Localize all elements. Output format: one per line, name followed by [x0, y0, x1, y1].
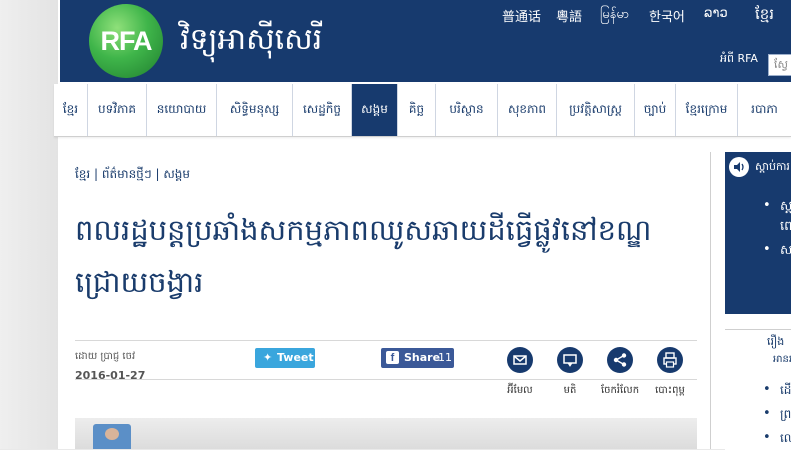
- popular-subtitle: អានរ: [773, 354, 791, 365]
- print-label: បោះពុម្ព: [655, 385, 685, 396]
- listen-item-1[interactable]: ស្ត: [780, 198, 791, 217]
- nav-item-economy[interactable]: សេដ្ឋកិច្ច: [293, 84, 352, 136]
- nav-item-human-rights[interactable]: សិទ្ធិមនុស្ស: [217, 84, 293, 136]
- language-link-mandarin[interactable]: 普通话: [502, 6, 541, 25]
- nav-item-khmer-krom[interactable]: ខ្មែរក្រោម: [676, 84, 738, 136]
- popular-title: រឿង: [767, 335, 785, 348]
- share-icon: [613, 353, 627, 367]
- publish-date: 2016-01-27: [75, 369, 146, 382]
- language-link-korean[interactable]: 한국어: [649, 6, 685, 25]
- twitter-bird-icon: ✦: [263, 351, 273, 364]
- comment-icon: [563, 354, 577, 367]
- list-bullet: •: [763, 382, 771, 397]
- share-count: 11: [438, 351, 452, 364]
- print-button[interactable]: [657, 347, 683, 373]
- share-label: Share: [404, 351, 441, 364]
- nav-item-environment[interactable]: បរិស្ថាន: [436, 84, 498, 136]
- email-icon: [513, 355, 527, 365]
- language-link-lao[interactable]: ລາວ: [704, 6, 728, 21]
- nav-item-khmer[interactable]: ខ្មែរ: [54, 84, 88, 136]
- facebook-share-button[interactable]: f Share 11: [381, 348, 454, 368]
- language-link-khmer[interactable]: ខ្មែរ: [755, 5, 774, 27]
- listen-title[interactable]: ស្ដាប់ការ: [755, 160, 790, 176]
- listen-item-2[interactable]: សា: [780, 242, 791, 261]
- popular-box: រឿង អានរ • ដើមប • ព្រះស • លោក: [725, 329, 791, 450]
- article-headline: ពលរដ្ឋបន្តប្រឆាំងសកម្មភាពឈូសឆាយដីធ្វើផ្ល…: [75, 213, 652, 299]
- nav-item-health[interactable]: សុខភាព: [498, 84, 557, 136]
- photo-face: [105, 428, 119, 440]
- share-tool-label: ចែករំលែក: [600, 385, 640, 396]
- list-bullet: •: [763, 406, 771, 421]
- email-label: អ៊ីមែល: [507, 385, 533, 396]
- popular-item-1[interactable]: ដើមប: [780, 382, 791, 400]
- nav-item-law[interactable]: ច្បាប់: [635, 84, 676, 136]
- popular-item-3[interactable]: លោក: [780, 430, 791, 448]
- tweet-label: Tweet: [277, 351, 314, 364]
- divider-bottom: [75, 379, 697, 380]
- nav-item-feature[interactable]: គិច្ឆ: [398, 84, 436, 136]
- search-input[interactable]: ស្វែ: [768, 54, 791, 76]
- comment-label: មតិ: [563, 385, 577, 396]
- facebook-icon: f: [386, 351, 399, 364]
- article-photo: [75, 418, 697, 449]
- share-button[interactable]: [607, 347, 633, 373]
- tweet-button[interactable]: ✦ Tweet: [255, 348, 315, 368]
- nav-item-politics[interactable]: នយោបាយ: [147, 84, 217, 136]
- popular-item-2[interactable]: ព្រះស: [780, 406, 791, 424]
- nav-item-analysis[interactable]: បទវិភាគ: [88, 84, 147, 136]
- listen-box: ស្ដាប់ការ • ស្ត ពេ • សា: [725, 152, 791, 314]
- list-bullet: •: [763, 198, 771, 213]
- divider-top: [75, 340, 697, 341]
- email-button[interactable]: [507, 347, 533, 373]
- breadcrumb[interactable]: ខ្មែរ | ព័ត៌មានថ្មីៗ | សង្គម: [75, 166, 190, 184]
- page-background-left: [0, 0, 58, 449]
- about-rfa-link[interactable]: អំពី RFA: [720, 52, 758, 68]
- speaker-icon[interactable]: [729, 157, 749, 177]
- comment-button[interactable]: [557, 347, 583, 373]
- sidebar-divider: [710, 152, 711, 449]
- nav-item-more[interactable]: របាភា: [738, 84, 791, 136]
- listen-item-1-line2[interactable]: ពេ: [780, 218, 791, 237]
- print-icon: [663, 352, 677, 368]
- list-bullet: •: [763, 430, 771, 445]
- language-link-cantonese[interactable]: 粵語: [556, 6, 582, 25]
- list-bullet: •: [763, 242, 771, 257]
- nav-item-society[interactable]: សង្គម: [352, 84, 398, 136]
- nav-item-history[interactable]: ប្រវត្តិសាស្ត្រ: [557, 84, 635, 136]
- byline: ដោយ ប្រាជ្ញ ចេវ: [75, 351, 136, 362]
- main-nav: ខ្មែរ បទវិភាគ នយោបាយ សិទ្ធិមនុស្ស សេដ្ឋក…: [54, 84, 791, 137]
- site-title[interactable]: វិទ្យុអាស៊ីសេរី: [180, 20, 322, 64]
- rfa-logo-text: RFA: [100, 26, 153, 56]
- language-link-burmese[interactable]: မြန်မာ: [600, 6, 629, 25]
